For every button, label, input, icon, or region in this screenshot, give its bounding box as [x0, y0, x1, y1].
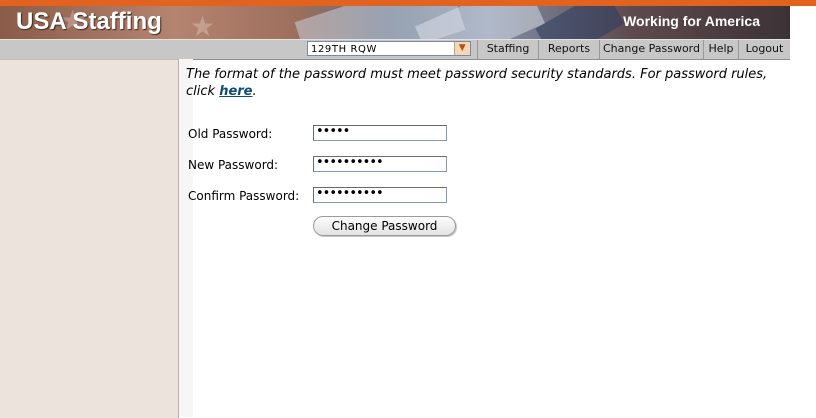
star-decoration-icon: ★ [190, 10, 216, 39]
nav-logout[interactable]: Logout [738, 40, 790, 59]
top-navbar: 129TH RQW ▼ Staffing Reports Change Pass… [0, 39, 790, 60]
new-password-label: New Password: [188, 158, 279, 172]
nav-help[interactable]: Help [703, 40, 738, 59]
confirm-password-label: Confirm Password: [188, 189, 300, 203]
password-rules-notice: The format of the password must meet pas… [186, 66, 792, 100]
content-margin [179, 59, 193, 417]
brand-title: USA Staffing [16, 8, 162, 35]
change-password-button[interactable]: Change Password [313, 216, 456, 236]
old-password-field[interactable]: ••••• [313, 125, 447, 141]
notice-end: . [252, 84, 257, 99]
window-edge [790, 6, 816, 58]
password-rules-link[interactable]: here [219, 84, 252, 99]
left-sidebar [0, 59, 179, 418]
header-slogan: Working for America [623, 13, 760, 29]
nav-staffing[interactable]: Staffing [477, 40, 538, 59]
confirm-password-field[interactable]: •••••••••• [313, 187, 447, 203]
organization-select[interactable]: 129TH RQW ▼ [307, 41, 471, 56]
new-password-field[interactable]: •••••••••• [313, 156, 447, 172]
old-password-label: Old Password: [188, 127, 273, 141]
chevron-down-icon[interactable]: ▼ [454, 42, 470, 55]
notice-text: The format of the password must meet pas… [186, 67, 768, 99]
header-banner: ★ ★ USA Staffing Working for America [0, 6, 790, 39]
flag-shadow [535, 6, 625, 39]
nav-reports[interactable]: Reports [538, 40, 599, 59]
nav-change-password[interactable]: Change Password [599, 40, 703, 59]
organization-select-value: 129TH RQW [311, 44, 378, 55]
